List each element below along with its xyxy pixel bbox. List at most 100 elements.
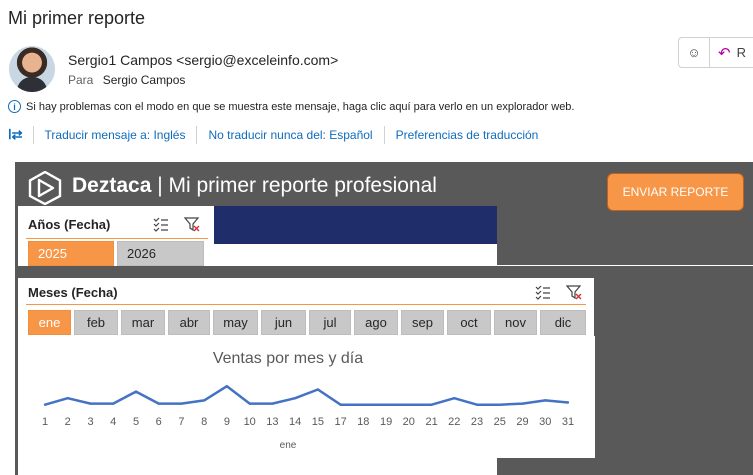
data-point-day-1 xyxy=(43,403,47,406)
x-tick-label: 18 xyxy=(357,416,369,428)
recipient-name[interactable]: Sergio Campos xyxy=(103,73,186,87)
month-tile-sep[interactable]: sep xyxy=(401,310,444,335)
month-tile-nov[interactable]: nov xyxy=(494,310,537,335)
send-report-button[interactable]: ENVIAR REPORTE xyxy=(607,173,744,211)
header-band xyxy=(214,206,497,244)
data-point-day-25 xyxy=(498,403,501,406)
clear-filter-icon[interactable] xyxy=(566,284,582,300)
month-tile-may[interactable]: may xyxy=(213,310,258,335)
clear-filter-icon[interactable] xyxy=(184,216,200,232)
data-point-day-19 xyxy=(384,403,388,406)
data-point-day-2 xyxy=(66,397,69,400)
data-point-day-10 xyxy=(248,402,251,405)
translate-icon: ا⇄ xyxy=(8,127,23,142)
months-title-underline xyxy=(26,304,586,305)
sender-avatar[interactable] xyxy=(9,46,55,92)
month-tile-jul[interactable]: jul xyxy=(309,310,351,335)
data-point-day-31 xyxy=(566,401,570,404)
month-tile-abr[interactable]: abr xyxy=(168,310,210,335)
translation-bar: ا⇄ Traducir mensaje a: Inglés No traduci… xyxy=(8,126,549,144)
x-tick-label: 31 xyxy=(562,416,574,428)
data-point-day-6 xyxy=(157,402,160,405)
data-point-day-29 xyxy=(521,402,524,405)
years-slicer-title: Años (Fecha) xyxy=(28,217,111,232)
years-title-underline xyxy=(26,238,208,239)
month-tile-mar[interactable]: mar xyxy=(121,310,165,335)
never-translate-link[interactable]: No traducir nunca del: Español xyxy=(196,126,383,144)
year-tile-2025[interactable]: 2025 xyxy=(28,241,114,266)
month-tile-ago[interactable]: ago xyxy=(354,310,398,335)
data-point-day-17 xyxy=(339,403,342,406)
data-point-day-14 xyxy=(293,397,297,400)
month-tile-feb[interactable]: feb xyxy=(74,310,118,335)
data-point-day-3 xyxy=(89,402,92,405)
sender-address[interactable]: Sergio1 Campos <sergio@exceleinfo.com> xyxy=(68,52,338,68)
reply-label: R xyxy=(736,45,746,60)
message-actions: ☺ ↶ R xyxy=(678,37,753,68)
display-info-bar[interactable]: i Si hay problemas con el modo en que se… xyxy=(8,100,575,113)
data-point-day-22 xyxy=(453,397,456,400)
sales-line-chart: Ventas por mes y día 1 2 3 4 5 6 7 8 9 10 13 14 15 17… xyxy=(42,350,574,451)
translation-preferences-link[interactable]: Preferencias de traducción xyxy=(383,126,550,144)
to-label: Para xyxy=(68,73,94,87)
email-subject: Mi primer reporte xyxy=(8,8,146,28)
report-title: Deztaca | Mi primer reporte profesional xyxy=(72,174,437,198)
month-tile-oct[interactable]: oct xyxy=(447,310,491,335)
data-point-day-20 xyxy=(407,403,410,406)
sales-series-line xyxy=(44,384,569,406)
multi-select-icon[interactable] xyxy=(535,284,551,300)
x-tick-label: 2 xyxy=(65,416,71,428)
data-point-day-5 xyxy=(134,390,138,393)
x-tick-label: 30 xyxy=(539,416,551,428)
x-tick-label: 5 xyxy=(133,416,139,428)
x-tick-label: 10 xyxy=(244,416,256,428)
report-subtitle: | Mi primer reporte profesional xyxy=(151,174,437,197)
data-point-day-30 xyxy=(544,399,547,402)
x-tick-label: 20 xyxy=(403,416,415,428)
data-point-day-18 xyxy=(362,403,365,406)
x-tick-label: 19 xyxy=(380,416,392,428)
info-icon: i xyxy=(8,100,21,113)
months-slicer: Meses (Fecha) ene feb mar abr may jun jul ago se… xyxy=(18,278,594,336)
month-tile-dic[interactable]: dic xyxy=(540,310,586,335)
report-divider xyxy=(495,265,753,266)
x-tick-label: 29 xyxy=(516,416,528,428)
data-point-day-9 xyxy=(225,385,229,388)
deztaca-logo-icon xyxy=(28,171,62,205)
multi-select-icon[interactable] xyxy=(153,216,169,232)
data-point-day-8 xyxy=(203,399,206,402)
data-point-day-15 xyxy=(316,388,320,391)
x-tick-label: 21 xyxy=(425,416,437,428)
data-point-day-4 xyxy=(112,402,115,405)
display-info-text[interactable]: Si hay problemas con el modo en que se m… xyxy=(26,101,575,113)
brand-name: Deztaca xyxy=(72,174,152,197)
month-tile-ene[interactable]: ene xyxy=(28,310,71,335)
x-tick-label: 15 xyxy=(312,416,324,428)
x-tick-label: 6 xyxy=(156,416,162,428)
x-tick-label: 8 xyxy=(201,416,207,428)
data-point-day-21 xyxy=(430,403,433,406)
years-slicer: Años (Fecha) 2025 2026 xyxy=(18,206,497,266)
chart-month-label: ene xyxy=(280,440,297,451)
x-tick-label: 7 xyxy=(178,416,184,428)
year-tile-2026[interactable]: 2026 xyxy=(117,241,204,266)
x-tick-label: 13 xyxy=(266,416,278,428)
smiley-icon: ☺ xyxy=(687,45,701,60)
recipient-row: Para Sergio Campos xyxy=(68,73,185,87)
reply-button[interactable]: ↶ R xyxy=(710,38,753,67)
data-point-day-23 xyxy=(475,403,479,406)
x-tick-label: 23 xyxy=(471,416,483,428)
reply-arrow-icon: ↶ xyxy=(718,44,731,62)
translate-message-link[interactable]: Traducir mensaje a: Inglés xyxy=(32,126,197,144)
months-slicer-title: Meses (Fecha) xyxy=(28,285,118,300)
emoji-reaction-button[interactable]: ☺ xyxy=(679,38,710,67)
years-slicer-header: Años (Fecha) xyxy=(18,206,214,239)
x-tick-label: 14 xyxy=(289,416,301,428)
x-tick-label: 4 xyxy=(110,416,116,428)
month-tile-jun[interactable]: jun xyxy=(261,310,306,335)
x-tick-label: 9 xyxy=(224,416,230,428)
chart-title: Ventas por mes y día xyxy=(213,350,363,367)
data-point-day-7 xyxy=(180,402,183,405)
x-tick-label: 22 xyxy=(448,416,460,428)
x-tick-label: 1 xyxy=(42,416,48,428)
